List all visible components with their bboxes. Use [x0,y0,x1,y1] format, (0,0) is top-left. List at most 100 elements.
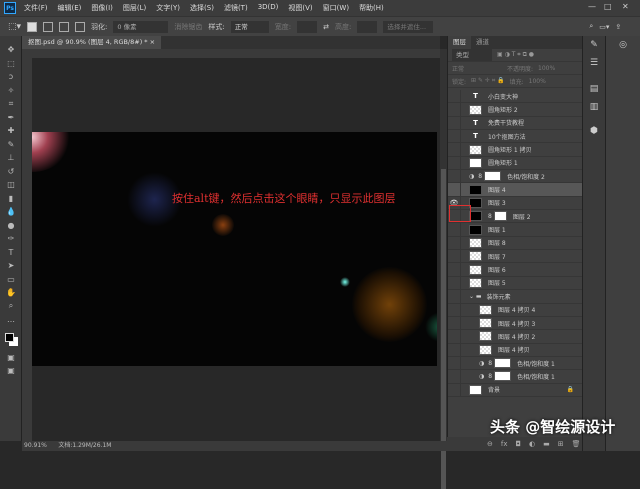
intersect-selection-button[interactable] [75,21,86,32]
new-selection-button[interactable] [27,21,38,32]
swap-icon[interactable]: ⇄ [323,23,329,31]
maximize-button[interactable]: □ [604,2,612,11]
rectangle-tool-icon[interactable]: ▭ [0,273,22,287]
eyedropper-tool-icon[interactable]: ✒ [0,111,22,125]
blur-tool-icon[interactable]: 💧 [0,205,22,219]
blend-mode-select[interactable]: 正常 [452,64,502,73]
minimize-button[interactable]: — [588,2,596,11]
add-selection-button[interactable] [43,21,54,32]
layer-row[interactable]: ◑ 8 色相/饱和度 1 [448,369,582,384]
fill-input[interactable]: 100% [529,78,546,85]
close-tab-icon[interactable]: × [150,38,155,46]
height-input[interactable] [357,20,378,33]
width-input[interactable] [297,20,318,33]
visibility-toggle[interactable] [448,103,461,117]
layer-row[interactable]: 图层 4 拷贝 4 [448,303,582,317]
visibility-toggle[interactable] [448,316,461,330]
menu-item[interactable]: 文件(F) [24,3,48,13]
brush-icon[interactable]: ✎ [583,36,605,54]
visibility-toggle[interactable] [448,303,461,317]
adjustment-layer-icon[interactable]: ◐ [529,440,535,448]
layer-row[interactable]: 图层 4 拷贝 2 [448,329,582,344]
visibility-toggle[interactable] [448,289,461,303]
style-select[interactable]: 正常 [230,20,269,33]
layer-row[interactable]: ◑ 8 色相/饱和度 1 [448,356,582,371]
new-layer-icon[interactable]: ⊞ [558,440,564,448]
menu-item[interactable]: 帮助(H) [359,3,384,13]
visibility-toggle[interactable] [448,329,461,343]
visibility-toggle[interactable] [448,369,461,383]
layer-row[interactable]: 圆角矩形 1 拷贝 [448,143,582,157]
visibility-toggle[interactable] [448,236,461,250]
filter-icons[interactable]: ▣ ◑ T ⌗ ⧉ ● [497,51,534,59]
layer-row[interactable]: 图层 6 [448,263,582,277]
marquee-tool-icon[interactable]: ⬚▾ [8,22,21,32]
color-swatches[interactable] [0,331,21,351]
visibility-toggle[interactable] [448,263,461,277]
eraser-tool-icon[interactable]: ◫ [0,178,22,192]
tab-channels[interactable]: 通道 [471,36,494,49]
visibility-toggle[interactable] [448,89,461,103]
feather-input[interactable]: 0 像素 [113,20,169,33]
fx-icon[interactable]: fx [501,440,508,448]
visibility-toggle[interactable] [448,223,461,237]
menu-item[interactable]: 3D(D) [258,3,279,13]
menu-item[interactable]: 文字(Y) [156,3,180,13]
visibility-toggle[interactable] [448,116,461,130]
visibility-toggle[interactable] [448,129,461,143]
zoom-tool-icon[interactable]: ⌕ [0,300,22,314]
gradient-tool-icon[interactable]: ▮ [0,192,22,206]
path-select-tool-icon[interactable]: ➤ [0,259,22,273]
visibility-toggle[interactable] [448,143,461,157]
search-icon[interactable]: ⌕ [589,22,593,31]
layer-row[interactable]: 图层 8 [448,236,582,251]
menu-item[interactable]: 视图(V) [288,3,312,13]
menu-item[interactable]: 图像(I) [91,3,113,13]
menu-item[interactable]: 滤镜(T) [224,3,248,13]
healing-tool-icon[interactable]: ✚ [0,124,22,138]
layer-row[interactable]: 背景 🔒 [448,383,582,397]
layer-row[interactable]: 图层 4 拷贝 [448,343,582,357]
lock-icons[interactable]: ⊞ ✎ ✛ ⌗ 🔒 [471,77,505,85]
opacity-input[interactable]: 100% [538,65,555,72]
layer-row[interactable]: T 小白变大神 [448,89,582,104]
document-canvas[interactable] [32,132,437,366]
visibility-toggle[interactable] [448,276,461,290]
crop-tool-icon[interactable]: ⌗ [0,97,22,111]
new-group-icon[interactable]: ▬ [543,440,550,448]
visibility-toggle[interactable] [448,249,461,263]
tab-layers[interactable]: 图层 [448,36,471,49]
visibility-toggle[interactable] [448,183,461,197]
close-button[interactable]: ✕ [622,2,629,11]
dodge-tool-icon[interactable]: ● [0,219,22,233]
layer-row[interactable]: 图层 4 [448,183,582,197]
layer-row[interactable]: 图层 7 [448,249,582,264]
subtract-selection-button[interactable] [59,21,70,32]
vertical-scrollbar[interactable] [440,49,447,489]
workspace-icon[interactable]: ▭▾ [599,23,609,31]
3d-icon[interactable]: ⬢ [583,122,605,140]
quick-mask-icon[interactable]: ▣ [0,351,22,365]
history-brush-tool-icon[interactable]: ↺ [0,165,22,179]
menu-item[interactable]: 编辑(E) [58,3,82,13]
zoom-level[interactable]: 90.91% [24,442,47,449]
quick-select-tool-icon[interactable]: ✧ [0,84,22,98]
screen-mode-icon[interactable]: ▣ [0,364,22,378]
layer-row[interactable]: 图层 1 [448,223,582,237]
more-tool-icon[interactable]: … [0,313,22,327]
menu-item[interactable]: 窗口(W) [323,3,349,13]
properties-icon[interactable]: ▤ [583,80,605,98]
hand-tool-icon[interactable]: ✋ [0,286,22,300]
layer-row[interactable]: 圆角矩形 1 [448,156,582,171]
marquee-tool-icon[interactable]: ⬚ [0,57,22,71]
lasso-tool-icon[interactable]: ↄ [0,70,22,84]
layer-row[interactable]: ⌄ ▬ 装饰元素 [448,289,582,304]
menu-item[interactable]: 选择(S) [190,3,214,13]
menu-item[interactable]: 图层(L) [123,3,146,13]
layer-row[interactable]: 图层 5 [448,276,582,291]
layer-row[interactable]: T 免费干货教程 [448,116,582,131]
share-icon[interactable]: ⇪ [615,23,621,31]
delete-icon[interactable]: 🗑 [572,440,581,448]
select-and-mask-button[interactable]: 选择并遮住... [383,20,434,33]
visibility-toggle[interactable] [448,156,461,170]
